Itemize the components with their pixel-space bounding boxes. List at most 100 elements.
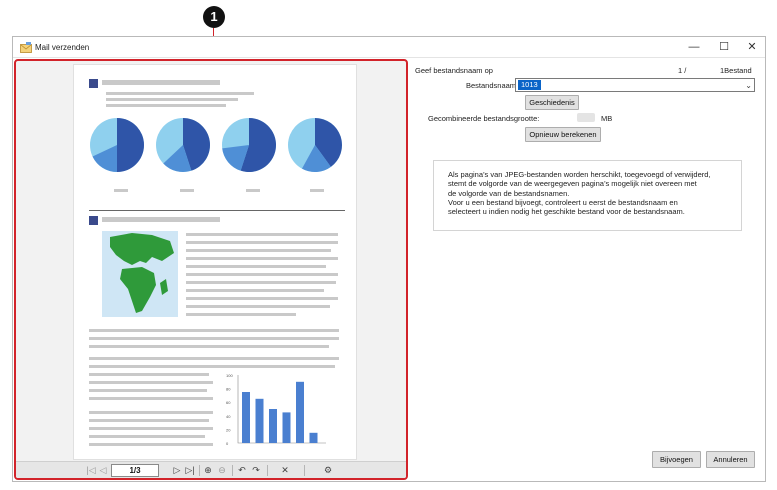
text-line <box>89 365 335 368</box>
text-line <box>186 281 336 284</box>
text-line <box>186 289 324 292</box>
document-preview-pane[interactable]: 100 80 60 40 20 0 |◁ ◁ 1/3 ▷ ▷| ⊕ ⊖ ↶ ↷ ✕ ⚙ <box>14 59 408 480</box>
previous-page-button[interactable]: ◁ <box>98 464 108 477</box>
heading-marker <box>89 79 98 88</box>
text-line <box>186 273 338 276</box>
text-line <box>186 249 331 252</box>
text-line <box>89 357 339 360</box>
heading-text-line <box>102 80 220 85</box>
text-line <box>106 98 238 101</box>
section-divider <box>89 210 345 211</box>
maximize-button[interactable]: ☐ <box>709 39 739 56</box>
pie-charts <box>90 118 343 172</box>
filename-prompt-label: Geef bestandsnaam op <box>415 66 493 75</box>
bar <box>296 381 304 443</box>
bar <box>269 409 277 443</box>
bar-axis-line <box>237 375 326 444</box>
mail-send-window: Mail verzenden — ☐ ✕ 100 80 60 40 20 0 |… <box>12 36 766 482</box>
bar-axis-tick: 60 <box>226 400 231 405</box>
text-line <box>186 257 338 260</box>
text-line <box>89 411 213 414</box>
minimize-button[interactable]: — <box>679 39 709 56</box>
combined-size-unit: MB <box>601 114 613 123</box>
zoom-out-icon[interactable]: ⊖ <box>216 464 228 477</box>
rotate-right-icon[interactable]: ↷ <box>250 464 262 477</box>
pie-slice <box>117 118 144 172</box>
bar-axis-tick: 40 <box>226 414 231 419</box>
last-page-button[interactable]: ▷| <box>184 464 196 477</box>
text-line <box>106 92 254 95</box>
text-line <box>186 297 338 300</box>
combined-size-label: Gecombineerde bestandsgrootte: <box>428 114 540 123</box>
toolbar-separator <box>304 465 305 476</box>
heading-marker <box>89 216 98 225</box>
title-bar: Mail verzenden — ☐ ✕ <box>13 37 765 58</box>
bar <box>282 412 291 443</box>
filename-label: Bestandsnaam: <box>466 81 519 90</box>
bar <box>242 392 250 443</box>
bar <box>309 432 318 443</box>
info-message-box: Als pagina’s van JPEG-bestanden worden h… <box>433 160 742 231</box>
text-line <box>89 427 213 430</box>
bar-axis-tick: 100 <box>226 373 233 378</box>
callout-marker: 1 <box>203 6 225 28</box>
settings-icon[interactable]: ⚙ <box>322 464 334 477</box>
preview-toolbar: |◁ ◁ 1/3 ▷ ▷| ⊕ ⊖ ↶ ↷ ✕ ⚙ <box>16 461 406 478</box>
pie-caption <box>180 189 194 192</box>
page-number-field[interactable]: 1/3 <box>111 464 159 477</box>
pie-caption <box>114 189 128 192</box>
pie-caption <box>246 189 260 192</box>
file-counter-current: 1 / <box>678 66 687 75</box>
history-button[interactable]: Geschiedenis <box>525 95 579 110</box>
text-line <box>89 329 339 332</box>
file-counter-total: 1Bestand <box>720 66 752 75</box>
mail-app-icon <box>20 42 32 53</box>
heading-text-line <box>102 217 220 222</box>
info-line: Als pagina’s van JPEG-bestanden worden h… <box>448 170 711 179</box>
text-line <box>89 381 213 384</box>
first-page-button[interactable]: |◁ <box>85 464 97 477</box>
info-line: selecteert u indien nodig het geschikte … <box>448 207 685 217</box>
text-line <box>89 397 213 400</box>
toolbar-separator <box>199 465 200 476</box>
bar-axis-tick: 80 <box>226 387 231 392</box>
next-page-button[interactable]: ▷ <box>172 464 182 477</box>
text-line <box>106 104 226 107</box>
combined-size-value <box>577 113 595 122</box>
text-line <box>89 419 209 422</box>
filename-value: 1013 <box>518 80 541 90</box>
bar-axis-tick: 20 <box>226 427 231 432</box>
info-line: stemt de volgorde van de weergegeven pag… <box>448 179 697 189</box>
cancel-button[interactable]: Annuleren <box>706 451 755 468</box>
document-page-thumbnail: 100 80 60 40 20 0 <box>73 64 357 460</box>
text-line <box>89 373 209 376</box>
pie-caption <box>310 189 324 192</box>
text-line <box>89 337 339 340</box>
info-line: Voor u een bestand bijvoegt, controleert… <box>448 197 678 207</box>
delete-page-icon[interactable]: ✕ <box>279 464 291 477</box>
attach-button[interactable]: Bijvoegen <box>652 451 701 468</box>
filename-combobox[interactable]: 1013 ⌄ <box>515 78 755 92</box>
close-button[interactable]: ✕ <box>737 39 767 56</box>
text-line <box>186 313 296 316</box>
text-line <box>89 443 213 446</box>
info-line: de volgorde van de bestandsnamen. <box>448 188 570 198</box>
text-line <box>186 305 330 308</box>
text-line <box>89 435 205 438</box>
window-title: Mail verzenden <box>35 43 90 52</box>
bar <box>255 398 264 443</box>
zoom-in-icon[interactable]: ⊕ <box>202 464 214 477</box>
world-map-image <box>102 231 178 317</box>
toolbar-separator <box>232 465 233 476</box>
text-line <box>186 233 338 236</box>
rotate-left-icon[interactable]: ↶ <box>236 464 248 477</box>
chevron-down-icon[interactable]: ⌄ <box>745 80 752 91</box>
bar-chart: 100 80 60 40 20 0 <box>226 373 326 446</box>
text-line <box>186 241 338 244</box>
text-line <box>186 265 326 268</box>
text-line <box>89 345 329 348</box>
text-line <box>89 389 207 392</box>
toolbar-separator <box>267 465 268 476</box>
recalculate-button[interactable]: Opnieuw berekenen <box>525 127 601 142</box>
bar-axis-tick: 0 <box>226 441 229 446</box>
